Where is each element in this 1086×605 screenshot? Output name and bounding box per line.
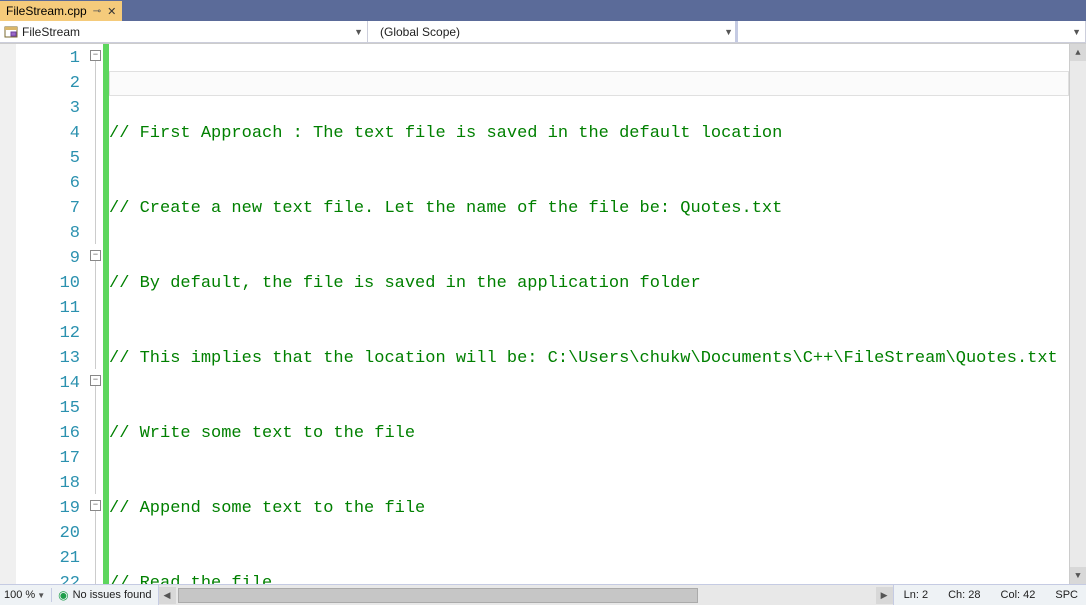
chevron-down-icon: ▼ — [346, 27, 363, 37]
line-number: 1 — [16, 46, 80, 71]
chevron-down-icon: ▼ — [1064, 27, 1081, 37]
fold-line — [95, 511, 96, 584]
scope-label: (Global Scope) — [380, 25, 460, 39]
file-tab[interactable]: FileStream.cpp ⊸ ✕ — [0, 1, 122, 21]
code-text: // Write some text to the file — [109, 424, 415, 443]
scroll-thumb[interactable] — [178, 588, 698, 603]
status-bar: 100 % ▼ ◉ No issues found ◀ ▶ Ln: 2 Ch: … — [0, 584, 1086, 605]
code-content[interactable]: // First Approach : The text file is sav… — [109, 44, 1069, 584]
line-number: 9 — [16, 246, 80, 271]
cursor-col: Col: 42 — [991, 589, 1046, 601]
line-number: 21 — [16, 546, 80, 571]
line-number: 14 — [16, 371, 80, 396]
line-number: 2 — [16, 71, 80, 96]
current-line-highlight — [109, 71, 1069, 96]
line-number-gutter: 1 2 3 4 5 6 7 8 9 10 11 12 13 14 15 16 1… — [16, 44, 90, 584]
vertical-scrollbar[interactable]: ▲ ▼ — [1069, 44, 1086, 584]
horizontal-scrollbar[interactable]: ◀ ▶ — [158, 585, 894, 605]
scope-dropdown[interactable]: (Global Scope) ▼ — [368, 21, 738, 42]
code-editor[interactable]: 1 2 3 4 5 6 7 8 9 10 11 12 13 14 15 16 1… — [0, 43, 1086, 584]
outline-column[interactable]: − − − − — [90, 44, 103, 584]
split-handle[interactable] — [735, 21, 741, 42]
line-number: 16 — [16, 421, 80, 446]
scroll-up-icon[interactable]: ▲ — [1070, 44, 1086, 61]
chevron-down-icon: ▼ — [37, 591, 45, 600]
fold-toggle[interactable]: − — [90, 250, 101, 261]
fold-toggle[interactable]: − — [90, 500, 101, 511]
line-number: 15 — [16, 396, 80, 421]
fold-line — [95, 61, 96, 244]
line-number: 6 — [16, 171, 80, 196]
code-text: // By default, the file is saved in the … — [109, 274, 701, 293]
zoom-dropdown[interactable]: 100 % ▼ — [0, 589, 49, 601]
fold-toggle[interactable]: − — [90, 375, 101, 386]
line-number: 5 — [16, 146, 80, 171]
check-icon: ◉ — [58, 588, 68, 602]
member-dropdown[interactable]: ▼ — [738, 21, 1086, 42]
code-text: // Create a new text file. Let the name … — [109, 199, 782, 218]
line-number: 3 — [16, 96, 80, 121]
pin-icon[interactable]: ⊸ — [93, 6, 101, 17]
tab-bar: FileStream.cpp ⊸ ✕ — [0, 0, 1086, 21]
line-number: 17 — [16, 446, 80, 471]
context-dropdown[interactable]: FileStream ▼ — [0, 21, 368, 42]
separator — [51, 588, 52, 602]
chevron-down-icon: ▼ — [716, 27, 733, 37]
navigation-bar: FileStream ▼ (Global Scope) ▼ ▼ — [0, 21, 1086, 43]
line-number: 22 — [16, 571, 80, 584]
breakpoint-margin[interactable] — [0, 44, 16, 584]
line-number: 12 — [16, 321, 80, 346]
tab-title: FileStream.cpp — [6, 4, 87, 18]
line-number: 20 — [16, 521, 80, 546]
zoom-label: 100 % — [4, 589, 35, 601]
code-text: // This implies that the location will b… — [109, 349, 1058, 368]
cursor-line: Ln: 2 — [894, 589, 938, 601]
issues-label: No issues found — [73, 589, 152, 601]
line-number: 10 — [16, 271, 80, 296]
project-icon — [4, 25, 18, 39]
fold-toggle[interactable]: − — [90, 50, 101, 61]
line-number: 11 — [16, 296, 80, 321]
line-number: 19 — [16, 496, 80, 521]
indent-mode[interactable]: SPC — [1045, 589, 1086, 601]
close-icon[interactable]: ✕ — [107, 5, 116, 18]
fold-line — [95, 261, 96, 369]
line-number: 7 — [16, 196, 80, 221]
line-number: 18 — [16, 471, 80, 496]
code-text: // Append some text to the file — [109, 499, 425, 518]
scroll-left-icon[interactable]: ◀ — [159, 587, 176, 604]
line-number: 8 — [16, 221, 80, 246]
fold-line — [95, 386, 96, 494]
line-number: 13 — [16, 346, 80, 371]
code-text: // Read the file — [109, 574, 272, 584]
context-label: FileStream — [22, 25, 80, 39]
cursor-char: Ch: 28 — [938, 589, 990, 601]
code-text: // First Approach : The text file is sav… — [109, 124, 782, 143]
scroll-right-icon[interactable]: ▶ — [876, 587, 893, 604]
scroll-down-icon[interactable]: ▼ — [1070, 567, 1086, 584]
line-number: 4 — [16, 121, 80, 146]
